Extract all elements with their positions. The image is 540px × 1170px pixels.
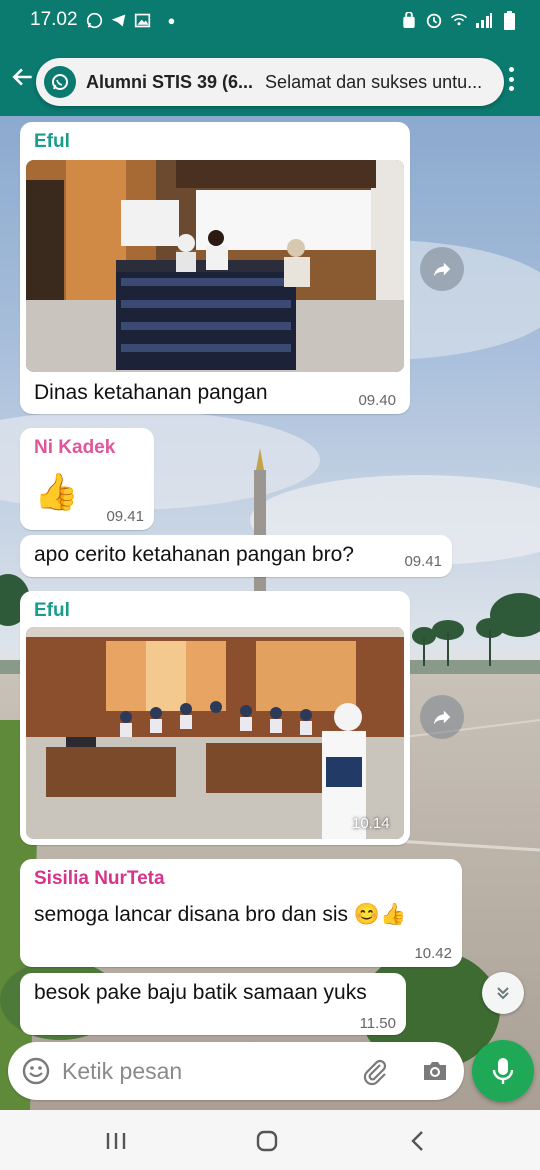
- message-sender: Ni Kadek: [34, 437, 116, 458]
- status-dot-icon: ●: [167, 12, 176, 28]
- message-text: Dinas ketahanan pangan: [34, 381, 268, 404]
- home-icon: [256, 1130, 278, 1152]
- photo-time: 10.14: [352, 815, 390, 832]
- recent-apps-button[interactable]: [96, 1124, 136, 1158]
- message-time: 11.50: [359, 1015, 396, 1032]
- message-text: semoga lancar disana bro dan sis 😊👍: [34, 903, 407, 926]
- chevron-left-icon: [411, 1131, 423, 1151]
- message-photo[interactable]: [26, 160, 404, 372]
- camera-icon: [424, 1062, 446, 1080]
- message-time: 10.42: [414, 945, 452, 962]
- smiley-icon: [22, 1057, 50, 1085]
- whatsapp-icon: [44, 66, 76, 98]
- notification-title: Alumni STIS 39 (6...: [86, 71, 254, 92]
- message-bubble[interactable]: Ni Kadek 👍 09.41: [20, 428, 154, 530]
- emoji-button[interactable]: [20, 1055, 52, 1087]
- message-bubble[interactable]: apo cerito ketahanan pangan bro? 09.41: [20, 535, 452, 577]
- back-button[interactable]: [8, 62, 38, 92]
- gallery-icon: [134, 11, 152, 29]
- composer-bar: [8, 1042, 464, 1100]
- home-button[interactable]: [247, 1124, 287, 1158]
- attach-button[interactable]: [360, 1056, 390, 1086]
- message-sender: Eful: [34, 131, 70, 152]
- message-input[interactable]: [62, 1052, 342, 1090]
- alarm-icon: [400, 11, 418, 29]
- message-time: 09.40: [358, 392, 396, 409]
- message-time: 09.41: [106, 508, 144, 525]
- message-bubble[interactable]: Eful Dinas ketahanan pangan 09.40: [20, 122, 410, 414]
- message-bubble[interactable]: Eful 10.14: [20, 591, 410, 845]
- wifi-icon: [450, 11, 468, 29]
- voice-message-button[interactable]: [472, 1040, 534, 1102]
- paperclip-icon: [363, 1059, 387, 1086]
- message-text: besok pake baju batik samaan yuks: [34, 981, 367, 1004]
- message-bubble[interactable]: Sisilia NurTeta semoga lancar disana bro…: [20, 859, 462, 967]
- notification-bubble[interactable]: Alumni STIS 39 (6... Selamat dan sukses …: [36, 58, 504, 106]
- camera-button[interactable]: [420, 1056, 450, 1086]
- forward-icon: [433, 262, 451, 277]
- status-time: 17.02: [30, 9, 78, 30]
- forward-icon: [433, 710, 451, 725]
- forward-button[interactable]: [420, 695, 464, 739]
- scroll-to-bottom-button[interactable]: [482, 972, 524, 1014]
- notification-text: Selamat dan sukses untu...: [265, 71, 483, 92]
- clock-icon: [425, 11, 443, 29]
- back-nav-button[interactable]: [398, 1124, 438, 1158]
- back-arrow-icon: [12, 68, 32, 86]
- status-bar: 17.02 ●: [0, 0, 540, 40]
- message-sender: Sisilia NurTeta: [34, 868, 165, 889]
- message-time: 09.41: [404, 553, 442, 570]
- telegram-icon: [110, 11, 128, 29]
- battery-icon: [500, 10, 518, 30]
- thumbs-up-emoji: 👍: [34, 471, 79, 512]
- message-bubble[interactable]: besok pake baju batik samaan yuks 11.50: [20, 973, 406, 1035]
- microphone-icon: [492, 1058, 514, 1084]
- signal-icon: [475, 11, 493, 29]
- chat-header: Alumni STIS 39 (6... Selamat dan sukses …: [0, 40, 540, 116]
- double-chevron-down-icon: [497, 987, 509, 1000]
- message-text: apo cerito ketahanan pangan bro?: [34, 543, 354, 566]
- message-photo[interactable]: 10.14: [26, 627, 404, 839]
- message-sender: Eful: [34, 600, 70, 621]
- forward-button[interactable]: [420, 247, 464, 291]
- more-options-button[interactable]: [502, 64, 520, 94]
- recents-icon: [106, 1133, 126, 1149]
- whatsapp-icon: [86, 11, 104, 29]
- system-nav-bar: [0, 1110, 540, 1170]
